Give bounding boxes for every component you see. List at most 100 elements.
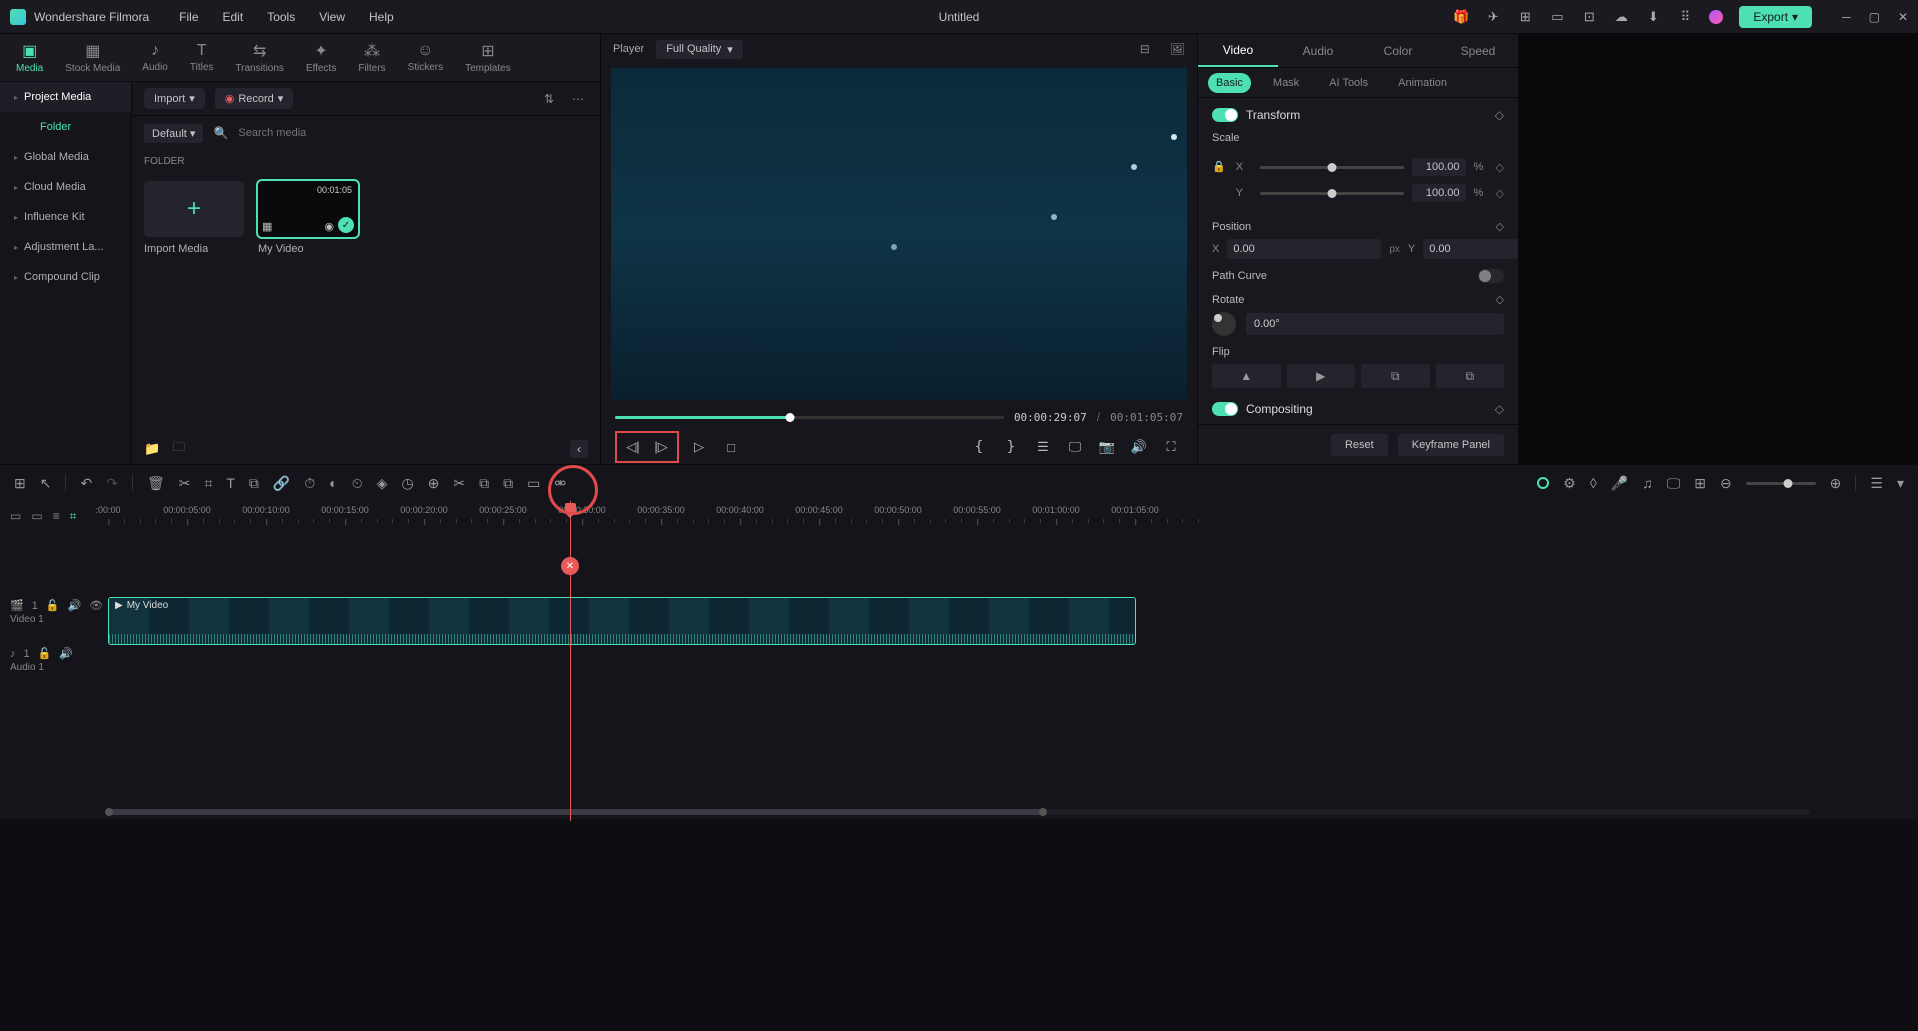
- import-button[interactable]: Import▾: [144, 88, 205, 109]
- zoom-slider[interactable]: [1746, 482, 1816, 485]
- quality-dropdown[interactable]: Full Quality▾: [656, 40, 743, 59]
- tab-stickers[interactable]: ☺Stickers: [404, 40, 448, 75]
- sidebar-item-project-media[interactable]: ▸Project Media: [0, 82, 131, 112]
- lock-track-icon[interactable]: 🔓: [38, 647, 52, 660]
- keyframe-tl-icon[interactable]: ◈: [377, 475, 388, 492]
- sidebar-item-cloud-media[interactable]: ▸Cloud Media: [0, 172, 131, 202]
- link-icon[interactable]: 🔗: [273, 475, 290, 492]
- reset-button[interactable]: Reset: [1331, 434, 1388, 456]
- group2-icon[interactable]: ⧉: [503, 475, 513, 492]
- flip-vertical-button[interactable]: ▶: [1287, 364, 1356, 388]
- keyframe-icon[interactable]: ◇: [1495, 402, 1504, 416]
- position-x-input[interactable]: [1227, 239, 1381, 259]
- new-folder-icon[interactable]: 🗀: [172, 438, 185, 460]
- track-view3-icon[interactable]: ≡: [53, 509, 60, 523]
- eye-icon[interactable]: 👁: [89, 599, 103, 612]
- unlink-icon[interactable]: ⚮: [554, 475, 566, 492]
- tab-effects[interactable]: ✦Effects: [302, 39, 340, 76]
- tab-audio-prop[interactable]: Audio: [1278, 36, 1358, 66]
- sidebar-item-influence-kit[interactable]: ▸Influence Kit: [0, 202, 131, 232]
- track-options-icon[interactable]: ▾: [1897, 475, 1904, 492]
- tab-color[interactable]: Color: [1358, 36, 1438, 66]
- avatar-icon[interactable]: [1709, 10, 1723, 24]
- tab-audio[interactable]: ♪Audio: [138, 40, 172, 75]
- grid-icon[interactable]: ⊞: [1694, 475, 1706, 492]
- tab-transitions[interactable]: ⇆Transitions: [231, 39, 288, 76]
- scale-x-value[interactable]: 100.00: [1412, 158, 1466, 176]
- sidebar-item-folder[interactable]: Folder: [0, 112, 131, 142]
- tab-titles[interactable]: TTitles: [186, 40, 218, 75]
- sidebar-item-compound-clip[interactable]: ▸Compound Clip: [0, 262, 131, 292]
- timeline-ruler[interactable]: ✕ :00:0000:00:05:0000:00:10:0000:00:15:0…: [108, 501, 1918, 531]
- search-input[interactable]: [238, 127, 588, 139]
- lock-track-icon[interactable]: 🔓: [46, 599, 60, 612]
- compare-view-icon[interactable]: ⊟: [1140, 42, 1150, 56]
- record-indicator-icon[interactable]: [1537, 477, 1549, 489]
- volume-icon[interactable]: 🔊: [1127, 435, 1151, 459]
- layout3-icon[interactable]: ⊡: [1581, 9, 1597, 25]
- prev-frame-button[interactable]: ◁|: [621, 435, 645, 459]
- track-view1-icon[interactable]: ▭: [10, 509, 21, 523]
- minimize-button[interactable]: ─: [1842, 10, 1851, 24]
- export-button[interactable]: Export ▾: [1739, 6, 1812, 28]
- display-icon[interactable]: 🖵: [1063, 435, 1087, 459]
- mark-in-button[interactable]: {: [967, 435, 991, 459]
- list-icon[interactable]: ☰: [1031, 435, 1055, 459]
- speed-icon[interactable]: ⏱: [304, 475, 315, 492]
- layout2-icon[interactable]: ▭: [1549, 9, 1565, 25]
- image-view-icon[interactable]: 🖼: [1170, 42, 1185, 56]
- gear-icon[interactable]: ⚙: [1563, 475, 1576, 492]
- menu-edit[interactable]: Edit: [223, 10, 244, 24]
- sidebar-item-global-media[interactable]: ▸Global Media: [0, 142, 131, 172]
- media-item-my-video[interactable]: 00:01:05 ▦ ◉ ✓ My Video: [258, 181, 358, 255]
- insert-icon[interactable]: ▭: [527, 475, 540, 492]
- next-frame-button[interactable]: |▷: [649, 435, 673, 459]
- text-icon[interactable]: T: [226, 475, 235, 491]
- tab-speed[interactable]: Speed: [1438, 36, 1518, 66]
- subtab-basic[interactable]: Basic: [1208, 73, 1251, 93]
- maximize-button[interactable]: ▢: [1869, 10, 1880, 24]
- expand-icon[interactable]: ⊕: [428, 475, 440, 492]
- menu-tools[interactable]: Tools: [267, 10, 295, 24]
- flip-both-button[interactable]: ⧉: [1361, 364, 1430, 388]
- duration-icon[interactable]: ◷: [401, 475, 413, 492]
- lock-icon[interactable]: 🔒: [1212, 160, 1226, 173]
- fullscreen-icon[interactable]: ⛶: [1159, 435, 1183, 459]
- ai-speed-icon[interactable]: ⏲: [352, 475, 363, 492]
- zoom-out-icon[interactable]: ⊖: [1720, 475, 1732, 492]
- mute-track-icon[interactable]: 🔊: [68, 599, 82, 612]
- track-view4-icon[interactable]: ⌗: [70, 509, 77, 524]
- split-icon[interactable]: ✂: [179, 475, 191, 492]
- video-clip[interactable]: ▶My Video: [108, 597, 1136, 645]
- keyframe-panel-button[interactable]: Keyframe Panel: [1398, 434, 1504, 456]
- download-icon[interactable]: ⬇: [1645, 9, 1661, 25]
- copy-icon[interactable]: ⧉: [249, 475, 259, 492]
- keyframe-icon[interactable]: ◇: [1496, 220, 1504, 233]
- import-media-tile[interactable]: + Import Media: [144, 181, 244, 255]
- sort-icon[interactable]: ⇅: [540, 88, 558, 110]
- layout1-icon[interactable]: ⊞: [1517, 9, 1533, 25]
- snapshot-icon[interactable]: 📷: [1095, 435, 1119, 459]
- position-y-input[interactable]: [1423, 239, 1518, 259]
- tab-templates[interactable]: ⊞Templates: [461, 39, 515, 76]
- menu-view[interactable]: View: [319, 10, 345, 24]
- mute-track-icon[interactable]: 🔊: [59, 647, 73, 660]
- color-icon[interactable]: ◐: [329, 475, 337, 491]
- delete-icon[interactable]: 🗑: [147, 475, 165, 492]
- zoom-in-icon[interactable]: ⊕: [1830, 475, 1842, 492]
- timeline-tracks-area[interactable]: ▶My Video: [108, 531, 1918, 805]
- gift-icon[interactable]: 🎁: [1453, 9, 1469, 25]
- keyframe-icon[interactable]: ◇: [1495, 108, 1504, 122]
- sidebar-item-adjustment-layers[interactable]: ▸Adjustment La...: [0, 232, 131, 262]
- compositing-toggle[interactable]: [1212, 402, 1238, 416]
- undo-icon[interactable]: ↶: [80, 475, 92, 492]
- razor-icon[interactable]: ✂: [453, 475, 465, 492]
- keyframe-icon[interactable]: ◇: [1496, 187, 1504, 200]
- seek-bar[interactable]: [615, 416, 1004, 419]
- more-icon[interactable]: ⋯: [568, 88, 588, 110]
- track-view2-icon[interactable]: ▭: [31, 509, 42, 523]
- tab-stock-media[interactable]: ▦Stock Media: [61, 39, 124, 76]
- timeline-scrollbar[interactable]: [0, 805, 1918, 819]
- close-button[interactable]: ✕: [1898, 10, 1908, 24]
- marker-icon[interactable]: ◊: [1590, 475, 1597, 491]
